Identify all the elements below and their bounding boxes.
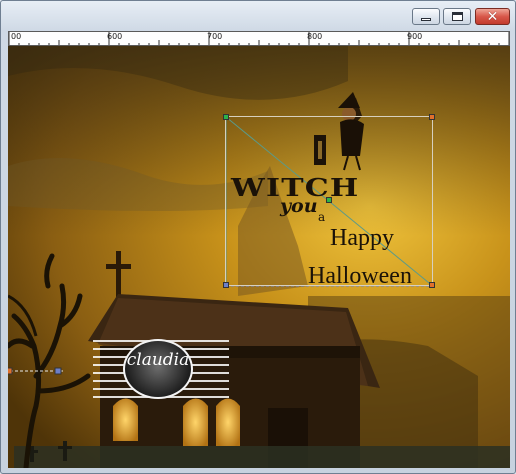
resize-handle-top-left[interactable] — [223, 114, 229, 120]
word-art-a: a — [318, 210, 326, 224]
word-art-halloween: Halloween — [308, 263, 412, 289]
resize-handle-top-right[interactable] — [429, 114, 435, 120]
word-art-i — [314, 135, 326, 165]
minimize-button[interactable] — [412, 8, 440, 25]
ruler-label-800: 800 — [307, 32, 323, 41]
editor-window: ✕ 00 600 700 800 900 WITCH you a Happy H… — [0, 0, 516, 474]
maximize-icon — [451, 12, 463, 21]
horizontal-ruler[interactable]: 00 600 700 800 900 — [8, 31, 510, 46]
ruler-label-0: 00 — [11, 32, 22, 41]
word-art-you: you — [280, 195, 318, 217]
ruler-label-600: 600 — [107, 32, 123, 41]
close-icon: ✕ — [486, 8, 499, 25]
selection-box[interactable]: WITCH you a Happy Halloween — [223, 114, 435, 289]
ruler-label-700: 700 — [207, 32, 223, 41]
watermark-text: claudia — [126, 350, 190, 370]
title-bar[interactable]: ✕ — [2, 2, 514, 30]
maximize-button[interactable] — [443, 8, 471, 25]
resize-handle-bottom-left[interactable] — [223, 282, 229, 288]
close-button[interactable]: ✕ — [475, 8, 510, 25]
ruler-label-900: 900 — [407, 32, 423, 41]
rotation-pivot-handle[interactable] — [326, 197, 332, 203]
word-art-happy: Happy — [330, 225, 394, 251]
watermark-logo: claudia — [93, 338, 229, 402]
ruler-ticks — [9, 32, 509, 45]
minimize-icon — [421, 17, 431, 21]
resize-handle-bottom-right[interactable] — [429, 282, 435, 288]
image-canvas[interactable]: WITCH you a Happy Halloween claudia — [8, 46, 510, 468]
